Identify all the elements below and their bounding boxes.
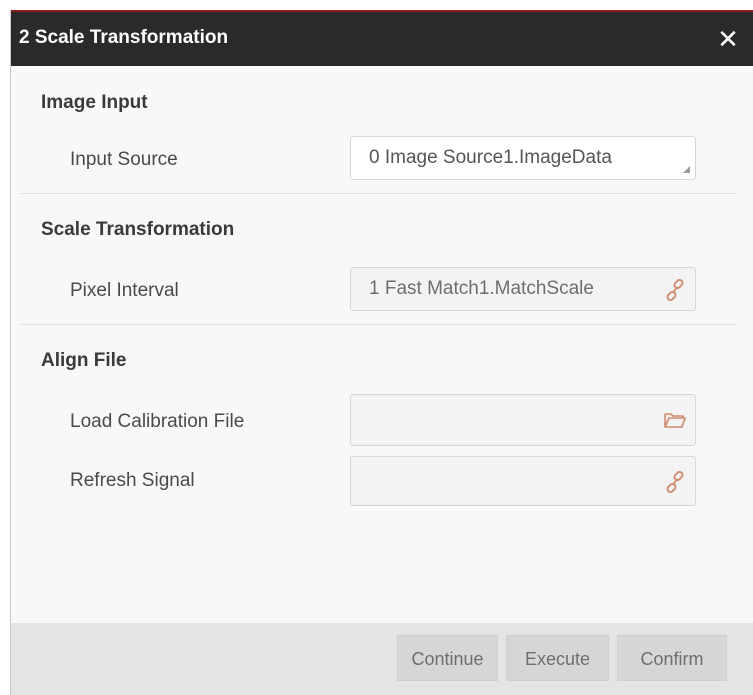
refresh-signal-label: Refresh Signal: [70, 470, 195, 491]
section-divider: [21, 324, 737, 325]
section-title-align-file: Align File: [41, 350, 127, 371]
dialog-titlebar: 2 Scale Transformation ✕: [11, 10, 753, 66]
continue-button[interactable]: Continue: [397, 635, 498, 681]
pixel-interval-value: 1 Fast Match1.MatchScale: [369, 278, 594, 299]
load-calibration-file-field[interactable]: [350, 394, 696, 446]
dialog-footer: Continue Execute Confirm: [11, 623, 753, 695]
link-icon[interactable]: [663, 278, 687, 302]
input-source-field[interactable]: 0 Image Source1.ImageData: [350, 136, 696, 180]
dropdown-corner-icon: [683, 166, 690, 173]
dialog-title: 2 Scale Transformation: [19, 27, 229, 48]
execute-button[interactable]: Execute: [506, 635, 609, 681]
confirm-button[interactable]: Confirm: [617, 635, 727, 681]
section-divider: [21, 193, 737, 194]
pixel-interval-label: Pixel Interval: [70, 280, 179, 301]
load-calibration-file-label: Load Calibration File: [70, 411, 245, 432]
scale-transformation-dialog: 2 Scale Transformation ✕ Image Input Inp…: [10, 10, 753, 695]
input-source-label: Input Source: [70, 149, 178, 170]
close-icon[interactable]: ✕: [711, 22, 745, 56]
section-title-scale-transformation: Scale Transformation: [41, 219, 235, 240]
refresh-signal-field[interactable]: [350, 456, 696, 506]
section-title-image-input: Image Input: [41, 92, 148, 113]
pixel-interval-field[interactable]: 1 Fast Match1.MatchScale: [350, 267, 696, 311]
input-source-value: 0 Image Source1.ImageData: [369, 147, 612, 168]
link-icon[interactable]: [663, 470, 687, 494]
folder-open-icon[interactable]: [663, 408, 687, 432]
